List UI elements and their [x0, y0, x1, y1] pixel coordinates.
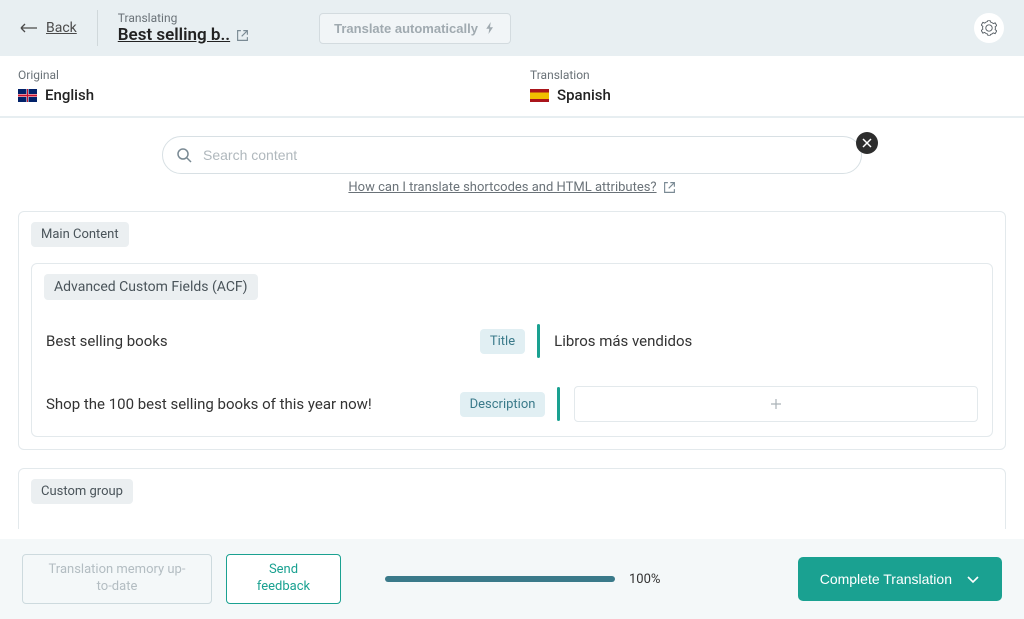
progress-bar: [385, 576, 615, 582]
translation-row: Discover the top best-selling books that…: [19, 514, 1005, 529]
translation-language-column: Translation Spanish: [512, 56, 1024, 116]
translation-memory-button: Translation memory up-to-date: [22, 554, 212, 604]
translation-row: Best selling books Title Libros más vend…: [32, 310, 992, 372]
translation-label: Translation: [530, 68, 1006, 82]
field-tag-description: Description: [460, 392, 546, 417]
group-title: Advanced Custom Fields (ACF): [44, 274, 258, 300]
section-main-content: Main Content Advanced Custom Fields (ACF…: [18, 211, 1006, 450]
original-language: English: [18, 86, 494, 104]
top-bar: Back Translating Best selling b.. Transl…: [0, 0, 1024, 56]
over-label: Translating: [118, 11, 249, 25]
title-block: Translating Best selling b..: [118, 11, 249, 45]
flag-es-icon: [530, 89, 549, 102]
divider: [97, 10, 98, 46]
settings-button[interactable]: [974, 13, 1004, 43]
plus-icon: [770, 398, 782, 410]
source-text: Best selling books: [46, 332, 480, 350]
section-custom-group: Custom group Discover the top best-selli…: [18, 468, 1006, 529]
section-title: Custom group: [31, 479, 133, 504]
source-text: Shop the 100 best selling books of this …: [46, 395, 460, 413]
status-bar-icon: [537, 324, 540, 358]
search-box: [162, 136, 862, 174]
add-translation-button[interactable]: [574, 386, 978, 422]
group-header: Advanced Custom Fields (ACF): [32, 264, 992, 310]
language-bar: Original English Translation Spanish: [0, 56, 1024, 118]
translate-auto-button[interactable]: Translate automatically: [319, 13, 511, 44]
translation-row: Shop the 100 best selling books of this …: [32, 372, 992, 436]
progress-fill: [385, 576, 615, 582]
chevron-down-icon: [966, 572, 980, 586]
complete-translation-button[interactable]: Complete Translation: [798, 557, 1002, 601]
search-icon: [176, 147, 192, 163]
back-label: Back: [46, 20, 77, 36]
section-header: Main Content: [19, 212, 1005, 257]
source-text: Discover the top best-selling books that…: [33, 528, 413, 529]
target-text[interactable]: Libros más vendidos: [554, 332, 978, 350]
progress-wrap: 100%: [355, 572, 784, 587]
progress-percent: 100%: [629, 572, 660, 587]
external-link-icon: [663, 181, 676, 194]
send-feedback-button[interactable]: Send feedback: [226, 554, 341, 604]
gear-icon: [981, 20, 997, 36]
original-label: Original: [18, 68, 494, 82]
search-area: How can I translate shortcodes and HTML …: [0, 118, 1024, 203]
page-title[interactable]: Best selling b..: [118, 25, 249, 45]
arrow-left-icon: [20, 23, 38, 33]
field-tag-title: Title: [480, 329, 525, 354]
translation-language: Spanish: [530, 86, 1006, 104]
close-icon: [862, 138, 872, 148]
section-header: Custom group: [19, 469, 1005, 514]
external-link-icon: [236, 29, 249, 42]
search-input[interactable]: [162, 136, 862, 174]
section-title: Main Content: [31, 222, 129, 247]
flag-gb-icon: [18, 89, 37, 102]
field-group-acf: Advanced Custom Fields (ACF) Best sellin…: [31, 263, 993, 437]
footer-bar: Translation memory up-to-date Send feedb…: [0, 539, 1024, 619]
content-area: Main Content Advanced Custom Fields (ACF…: [0, 203, 1024, 529]
status-bar-icon: [557, 387, 560, 421]
help-link[interactable]: How can I translate shortcodes and HTML …: [348, 180, 675, 195]
bolt-icon: [484, 22, 496, 34]
back-button[interactable]: Back: [20, 20, 77, 36]
close-search-button[interactable]: [856, 132, 878, 154]
original-language-column: Original English: [0, 56, 512, 116]
